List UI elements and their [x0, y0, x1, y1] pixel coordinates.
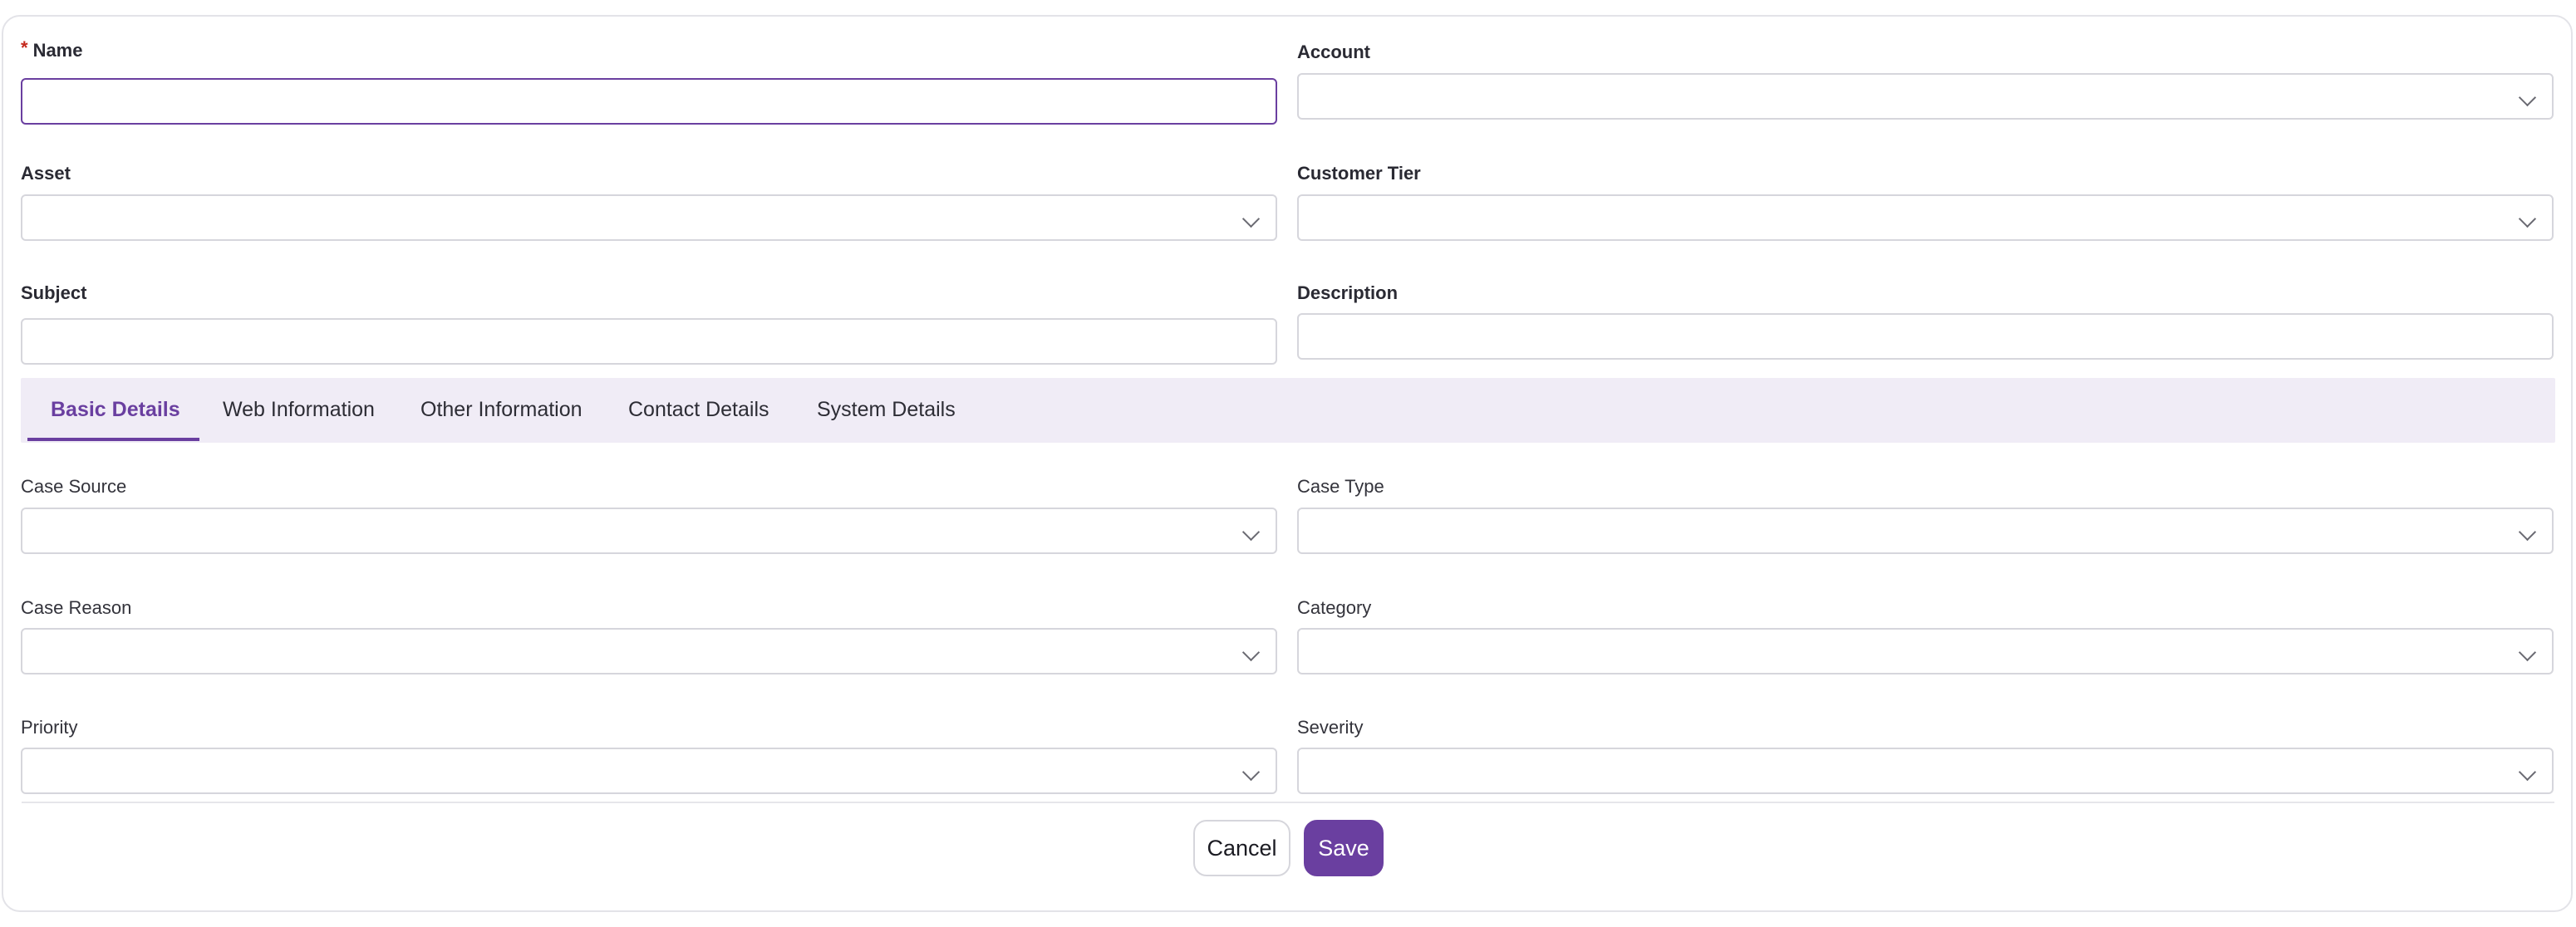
case-type-label: Case Type — [1297, 476, 1384, 497]
tab-other-information[interactable]: Other Information — [420, 378, 583, 443]
asset-select[interactable] — [21, 194, 1277, 241]
name-input[interactable] — [21, 78, 1277, 125]
subject-label: Subject — [21, 282, 87, 303]
category-select[interactable] — [1297, 628, 2554, 674]
description-label: Description — [1297, 282, 1399, 303]
case-type-select[interactable] — [1297, 508, 2554, 554]
tab-system-details[interactable]: System Details — [817, 378, 956, 443]
name-label: Name — [32, 40, 83, 61]
case-reason-label: Case Reason — [21, 597, 132, 618]
account-select[interactable] — [1297, 73, 2554, 120]
chevron-down-icon — [2518, 643, 2537, 662]
chevron-down-icon — [1241, 643, 1261, 662]
priority-select[interactable] — [21, 748, 1277, 794]
account-label: Account — [1297, 42, 1370, 62]
subject-input[interactable] — [21, 318, 1277, 365]
case-source-label: Case Source — [21, 476, 127, 497]
chevron-down-icon — [2518, 88, 2537, 107]
tab-contact-details[interactable]: Contact Details — [628, 378, 769, 443]
customer-tier-select[interactable] — [1297, 194, 2554, 241]
case-source-select[interactable] — [21, 508, 1277, 554]
category-label: Category — [1297, 597, 1372, 618]
chevron-down-icon — [2518, 209, 2537, 228]
chevron-down-icon — [2518, 763, 2537, 782]
save-button[interactable]: Save — [1304, 820, 1384, 876]
chevron-down-icon — [1241, 209, 1261, 228]
customer-tier-label: Customer Tier — [1297, 163, 1421, 184]
footer-divider — [22, 802, 2554, 803]
tab-bar: Basic Details Web Information Other Info… — [21, 378, 2555, 443]
chevron-down-icon — [1241, 763, 1261, 782]
active-tab-indicator — [27, 438, 199, 441]
severity-select[interactable] — [1297, 748, 2554, 794]
tab-web-information[interactable]: Web Information — [223, 378, 375, 443]
description-input[interactable] — [1297, 313, 2554, 360]
asset-label: Asset — [21, 163, 71, 184]
tab-basic-details[interactable]: Basic Details — [51, 378, 180, 443]
chevron-down-icon — [2518, 522, 2537, 542]
severity-label: Severity — [1297, 717, 1364, 738]
chevron-down-icon — [1241, 522, 1261, 542]
case-reason-select[interactable] — [21, 628, 1277, 674]
cancel-button[interactable]: Cancel — [1193, 820, 1290, 876]
priority-label: Priority — [21, 717, 78, 738]
required-mark: * — [21, 37, 28, 58]
